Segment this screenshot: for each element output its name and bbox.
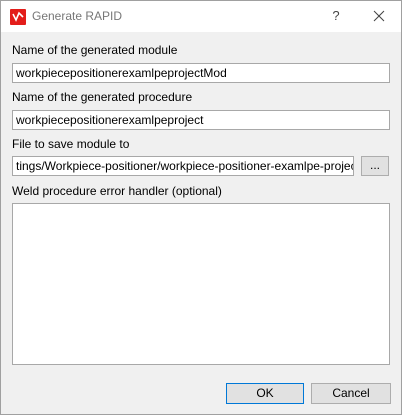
module-name-input[interactable]: workpiecepositionerexamlpeprojectMod xyxy=(12,63,390,83)
browse-button[interactable]: ... xyxy=(361,156,389,176)
error-handler-textarea[interactable] xyxy=(12,203,390,365)
error-handler-label: Weld procedure error handler (optional) xyxy=(12,184,222,198)
procedure-name-label: Name of the generated procedure xyxy=(12,90,193,104)
dialog-title: Generate RAPID xyxy=(32,9,123,23)
generate-rapid-dialog: Generate RAPID ? Name of the generated m… xyxy=(0,0,402,415)
save-file-input[interactable]: tings/Workpiece-positioner/workpiece-pos… xyxy=(12,156,354,176)
close-button[interactable] xyxy=(365,3,393,29)
ok-button[interactable]: OK xyxy=(226,383,304,404)
close-icon xyxy=(373,10,385,22)
module-name-label: Name of the generated module xyxy=(12,43,178,57)
abb-robotstudio-icon xyxy=(10,9,26,25)
procedure-name-input[interactable]: workpiecepositionerexamlpeproject xyxy=(12,110,390,130)
save-file-label: File to save module to xyxy=(12,137,130,151)
cancel-button[interactable]: Cancel xyxy=(311,383,391,404)
help-button[interactable]: ? xyxy=(323,3,349,29)
title-bar: Generate RAPID ? xyxy=(1,1,401,32)
